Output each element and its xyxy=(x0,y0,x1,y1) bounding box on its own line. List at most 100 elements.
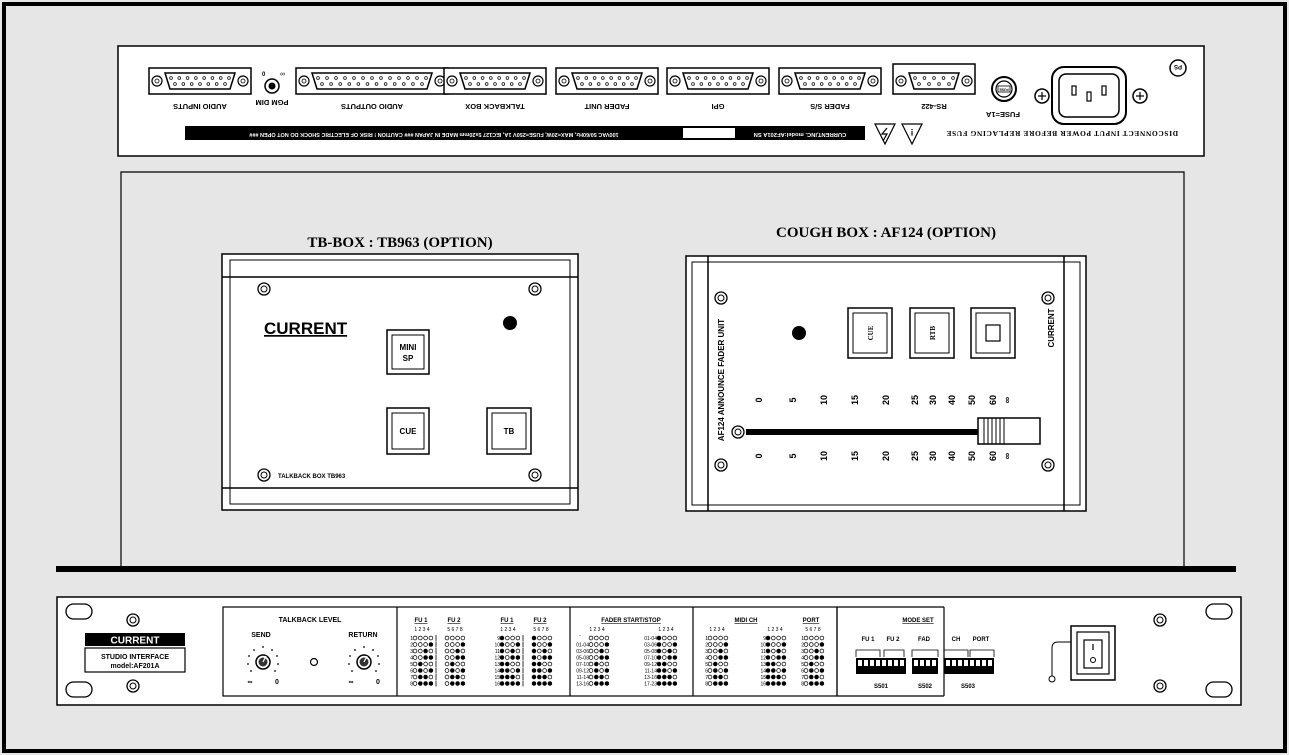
tb-box-model: TALKBACK BOX TB963 xyxy=(278,474,346,480)
dip-dot xyxy=(803,681,809,686)
scale-mark: 40 xyxy=(947,395,957,405)
dip-dot xyxy=(547,648,553,654)
dip-dot xyxy=(547,661,553,667)
scale-mark: 50 xyxy=(967,395,977,405)
dip-dot xyxy=(672,661,678,667)
mode-ch: CH xyxy=(952,637,961,643)
dip-dot xyxy=(515,635,521,641)
dip-dot xyxy=(662,661,667,667)
row-label: 13-16 xyxy=(576,681,589,687)
dip-dot xyxy=(455,648,460,654)
dip-dot xyxy=(588,648,594,654)
dip-dot xyxy=(542,635,547,641)
dip-dot xyxy=(588,655,594,660)
dip-lever xyxy=(876,660,880,666)
dip-dot xyxy=(814,635,819,641)
dip-dot xyxy=(418,681,423,686)
cough-box-side-label: AF124 ANNOUNCE FADER UNIT xyxy=(717,319,726,441)
dip-dot xyxy=(412,655,418,660)
dip-dot xyxy=(547,655,553,660)
dip-dot xyxy=(412,681,418,686)
dip-dot xyxy=(765,674,771,680)
scale-mark: 30 xyxy=(928,395,938,405)
dip-dot xyxy=(537,648,542,654)
dip-dot xyxy=(412,674,418,680)
dip-dot xyxy=(809,635,814,641)
dip-dot xyxy=(604,661,610,667)
scale-mark: ∞ xyxy=(1002,452,1012,459)
dip-dot xyxy=(450,655,455,660)
dip-dot xyxy=(505,642,510,647)
dip-dot xyxy=(771,642,776,647)
rating-caution-label: 100VAC 50/60Hz, MAX=20W, FUSE=250V 1A, I… xyxy=(249,131,618,137)
dip-dot xyxy=(803,648,809,654)
dip-dot xyxy=(599,648,604,654)
dip-dot xyxy=(781,661,787,667)
dip-dot xyxy=(819,648,825,654)
dip-dot xyxy=(542,661,547,667)
dip-dot xyxy=(713,642,718,647)
scale-mark: 5 xyxy=(788,453,798,458)
cough-box-title: COUGH BOX : AF124 (OPTION) xyxy=(776,225,996,241)
dip-dot xyxy=(547,668,553,673)
dip-dot xyxy=(672,674,678,680)
dip-dot xyxy=(499,668,505,673)
dip-dot xyxy=(662,681,667,686)
dip-dot xyxy=(444,668,450,673)
dip-dot xyxy=(510,661,515,667)
mode-port: PORT xyxy=(973,637,990,643)
row-label: 8 xyxy=(410,681,413,687)
dip-dot xyxy=(809,661,814,667)
tb-button: TB xyxy=(486,407,532,455)
dip-dot xyxy=(809,655,814,660)
dip-dot xyxy=(499,648,505,654)
rack-slot xyxy=(65,603,93,620)
dip-dot xyxy=(531,635,537,641)
dip-dot xyxy=(765,635,771,641)
dip-dot xyxy=(713,661,718,667)
row-label: 01-04 xyxy=(576,642,589,648)
dip-dot xyxy=(537,674,542,680)
mode-fu1: FU 1 xyxy=(861,637,875,643)
dip-dot xyxy=(781,648,787,654)
row-label: 3 xyxy=(410,649,413,655)
svg-text:!: ! xyxy=(911,127,914,137)
dip-dot xyxy=(515,674,521,680)
dip-dot xyxy=(667,661,672,667)
dip-dot xyxy=(599,661,604,667)
row-label: 07-10 xyxy=(644,655,657,661)
dip-dot xyxy=(531,674,537,680)
dip-dot xyxy=(460,661,466,667)
connector-label: GPI xyxy=(712,102,725,111)
row-label: 6 xyxy=(801,668,804,674)
dip-dot xyxy=(588,668,594,673)
dip-dot xyxy=(723,674,729,680)
dip-dot xyxy=(765,668,771,673)
fader-knob xyxy=(977,417,1041,445)
dip-dot xyxy=(588,661,594,667)
fader-bits-a: 1 2 3 4 xyxy=(589,627,605,633)
dip-dot xyxy=(723,648,729,654)
dip-dot xyxy=(423,668,428,673)
dip-dot xyxy=(531,681,537,686)
dip-dot xyxy=(604,668,610,673)
dip-dot xyxy=(656,661,662,667)
dip-dot xyxy=(718,681,723,686)
front-panel: CURRENT STUDIO INTERFACE model:AF201A TA… xyxy=(56,596,1242,706)
midi-ch-title: MIDI CH xyxy=(735,618,758,624)
dip-dot xyxy=(450,668,455,673)
dip-dot xyxy=(723,642,729,647)
fu-bits-a2: 1 2 3 4 xyxy=(500,627,516,633)
dip-dot xyxy=(423,681,428,686)
connector-label: RS-422 xyxy=(921,102,946,111)
dip-dot xyxy=(460,674,466,680)
dip-dot xyxy=(814,655,819,660)
dip-dot xyxy=(428,648,434,654)
dip-dot xyxy=(505,668,510,673)
dip-dot xyxy=(594,635,599,641)
dip-dot xyxy=(814,681,819,686)
dip-lever xyxy=(914,660,918,666)
rear-panel: AUDIO INPUTS AUDIO OUTPUTS TALKBACK BOX FAD… xyxy=(117,45,1205,157)
tb-box-body xyxy=(221,253,579,511)
s501-label: S501 xyxy=(874,684,889,690)
